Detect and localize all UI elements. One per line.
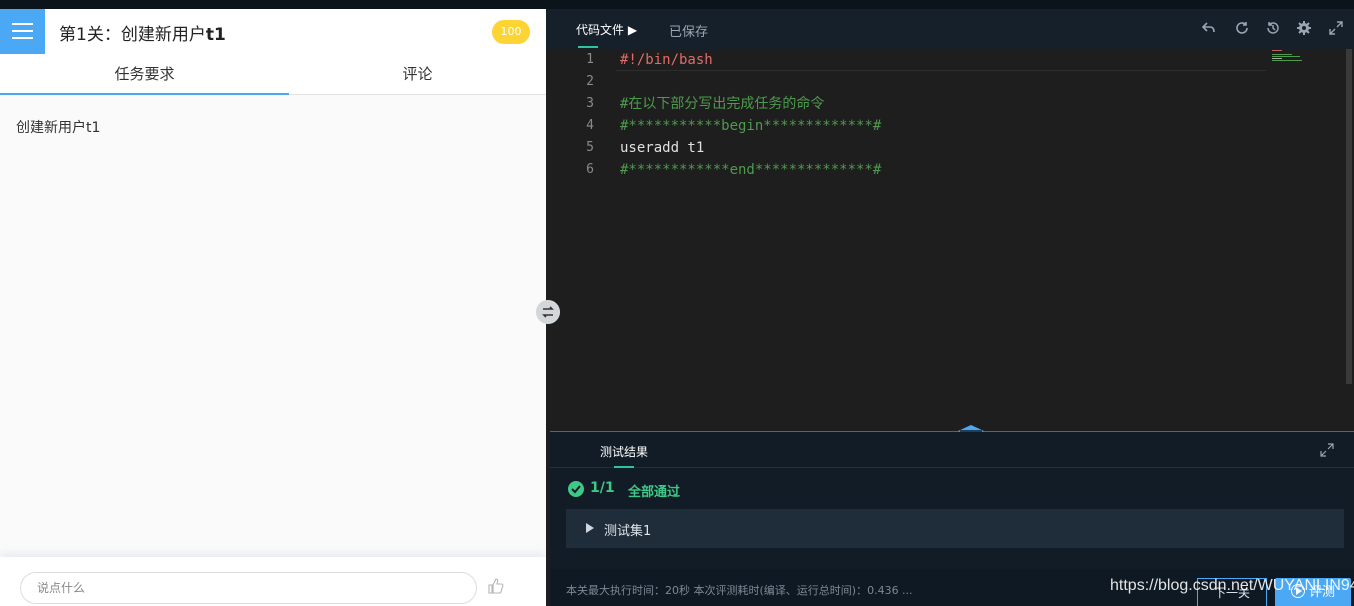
restore-icon[interactable]: [1265, 20, 1281, 36]
minimap[interactable]: [1272, 49, 1308, 63]
line-number: 6: [586, 162, 594, 177]
editor-scrollbar[interactable]: [1346, 49, 1352, 384]
code-line[interactable]: #***********begin*************#: [620, 115, 881, 137]
settings-icon[interactable]: [1296, 20, 1312, 36]
line-number: 4: [586, 118, 594, 133]
code-editor[interactable]: 1 2 3 4 5 6 #!/bin/bash #在以下部分写出完成任务的命令 …: [546, 49, 1354, 431]
score-badge: 100: [492, 20, 530, 44]
watermark: https://blog.csdn.net/WUYANLIN94: [1110, 577, 1354, 594]
left-panel: 第1关：创建新用户t1 100 任务要求 评论 创建新用户t1 说点什么: [0, 9, 546, 606]
left-tabs: 任务要求 评论: [0, 54, 546, 95]
code-line[interactable]: #在以下部分写出完成任务的命令: [620, 93, 824, 115]
page-title: 第1关：创建新用户t1: [59, 25, 226, 45]
menu-icon[interactable]: [0, 9, 45, 54]
line-number: 1: [586, 52, 594, 67]
code-line[interactable]: #************end**************#: [620, 159, 881, 181]
comment-input[interactable]: 说点什么: [20, 572, 477, 604]
tab-code-file[interactable]: 代码文件 ▶: [576, 21, 637, 48]
top-strip: [0, 0, 1354, 9]
code-line[interactable]: #!/bin/bash: [620, 49, 713, 71]
pass-text: 全部通过: [628, 485, 681, 500]
line-numbers: 1 2 3 4 5 6: [546, 49, 608, 431]
save-status: 已保存: [669, 25, 709, 40]
fullscreen-icon[interactable]: [1328, 20, 1344, 36]
test-set-label: 测试集1: [604, 524, 652, 539]
test-set-row[interactable]: 测试集1: [566, 509, 1344, 548]
execution-info: 本关最大执行时间：20秒 本次评测耗时(编译、运行总时间)：0.436 ...: [566, 584, 913, 597]
line-number: 5: [586, 140, 594, 155]
code-line[interactable]: useradd t1: [620, 137, 704, 159]
refresh-icon[interactable]: [1234, 20, 1250, 36]
panel-swap-icon[interactable]: [536, 300, 560, 324]
tab-test-results[interactable]: 测试结果: [600, 443, 648, 468]
left-header: 第1关：创建新用户t1 100: [0, 9, 546, 54]
tab-task-requirements[interactable]: 任务要求: [0, 54, 289, 95]
expand-triangle-icon[interactable]: [586, 523, 594, 533]
task-description: 创建新用户t1: [16, 120, 101, 136]
results-tabbar: 测试结果: [550, 432, 1354, 468]
editor-header: 代码文件 ▶ 已保存: [546, 9, 1354, 49]
like-icon[interactable]: [487, 577, 505, 595]
check-circle-icon: [568, 481, 584, 497]
comment-bar: 说点什么: [0, 557, 546, 606]
pass-count: 1/1: [590, 480, 615, 496]
expand-icon[interactable]: [1320, 443, 1334, 457]
undo-icon[interactable]: [1201, 20, 1217, 36]
tab-comments[interactable]: 评论: [289, 54, 546, 94]
line-number: 3: [586, 96, 594, 111]
line-number: 2: [586, 74, 594, 89]
current-line-highlight: [616, 49, 1266, 71]
right-panel: 代码文件 ▶ 已保存 1 2 3 4 5 6 #!/bin/bash #在以下部…: [546, 9, 1354, 606]
